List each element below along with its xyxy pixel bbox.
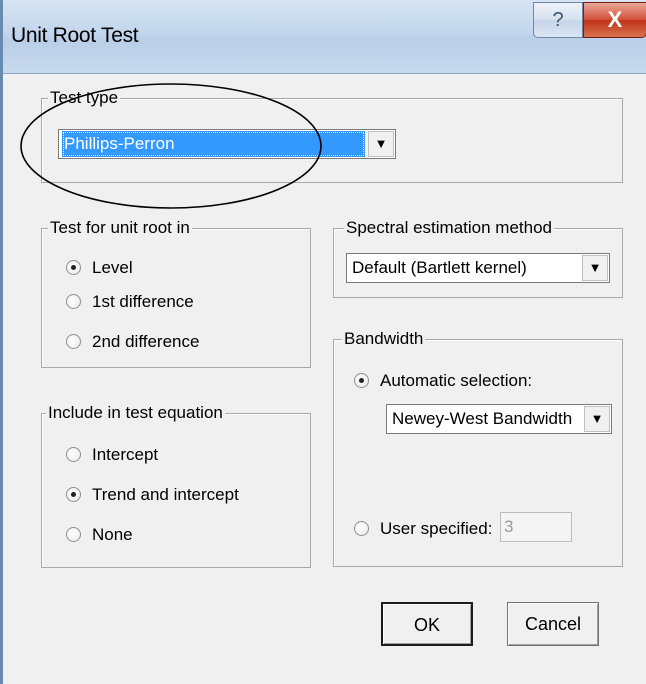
radio-intercept-label: Intercept — [92, 445, 159, 464]
help-button[interactable]: ? — [533, 2, 583, 38]
radio-button[interactable] — [354, 373, 369, 388]
bandwidth-method-select[interactable]: Newey-West Bandwidth ▼ — [386, 404, 612, 434]
spectral-select[interactable]: Default (Bartlett kernel) ▼ — [346, 253, 610, 283]
ok-button[interactable]: OK — [381, 602, 473, 646]
radio-trend-and-intercept-label: Trend and intercept — [92, 485, 239, 504]
close-icon: X — [607, 7, 623, 32]
help-icon: ? — [552, 9, 564, 31]
chevron-down-icon[interactable]: ▼ — [582, 255, 608, 281]
cancel-button[interactable]: Cancel — [507, 602, 599, 646]
include-equation-group: Include in test equation Intercept Trend… — [41, 402, 311, 568]
user-bandwidth-field[interactable]: 3 — [500, 512, 572, 542]
title-bar[interactable]: Unit Root Test ? X — [3, 0, 646, 74]
radio-none-label: None — [92, 525, 133, 544]
unit-root-legend: Test for unit root in — [48, 217, 192, 239]
dialog-window: Unit Root Test ? X Test type Phillips-Pe… — [0, 0, 646, 684]
bandwidth-group: Bandwidth Automatic selection: Newey-Wes… — [333, 328, 623, 567]
chevron-down-icon[interactable]: ▼ — [584, 406, 610, 432]
radio-button[interactable] — [66, 447, 81, 462]
spectral-legend: Spectral estimation method — [344, 217, 554, 239]
radio-button[interactable] — [66, 334, 81, 349]
radio-user-specified-label: User specified: — [380, 519, 493, 538]
radio-1st-difference-label: 1st difference — [92, 292, 194, 311]
spectral-group: Spectral estimation method Default (Bart… — [333, 217, 623, 298]
radio-automatic-selection-label: Automatic selection: — [380, 371, 533, 390]
window-title: Unit Root Test — [11, 24, 139, 47]
radio-button[interactable] — [66, 487, 81, 502]
unit-root-group: Test for unit root in Level 1st differen… — [41, 217, 311, 368]
radio-button[interactable] — [354, 521, 369, 536]
radio-button[interactable] — [66, 260, 81, 275]
radio-button[interactable] — [66, 527, 81, 542]
radio-2nd-difference-label: 2nd difference — [92, 332, 200, 351]
bandwidth-method-value: Newey-West Bandwidth — [392, 409, 573, 428]
radio-level-label: Level — [92, 258, 133, 277]
radio-button[interactable] — [66, 294, 81, 309]
annotation-ellipse — [20, 83, 322, 209]
close-button[interactable]: X — [583, 2, 646, 38]
include-equation-legend: Include in test equation — [46, 402, 225, 424]
bandwidth-legend: Bandwidth — [342, 328, 426, 350]
chevron-down-icon[interactable]: ▼ — [368, 131, 394, 157]
spectral-value: Default (Bartlett kernel) — [352, 258, 527, 277]
